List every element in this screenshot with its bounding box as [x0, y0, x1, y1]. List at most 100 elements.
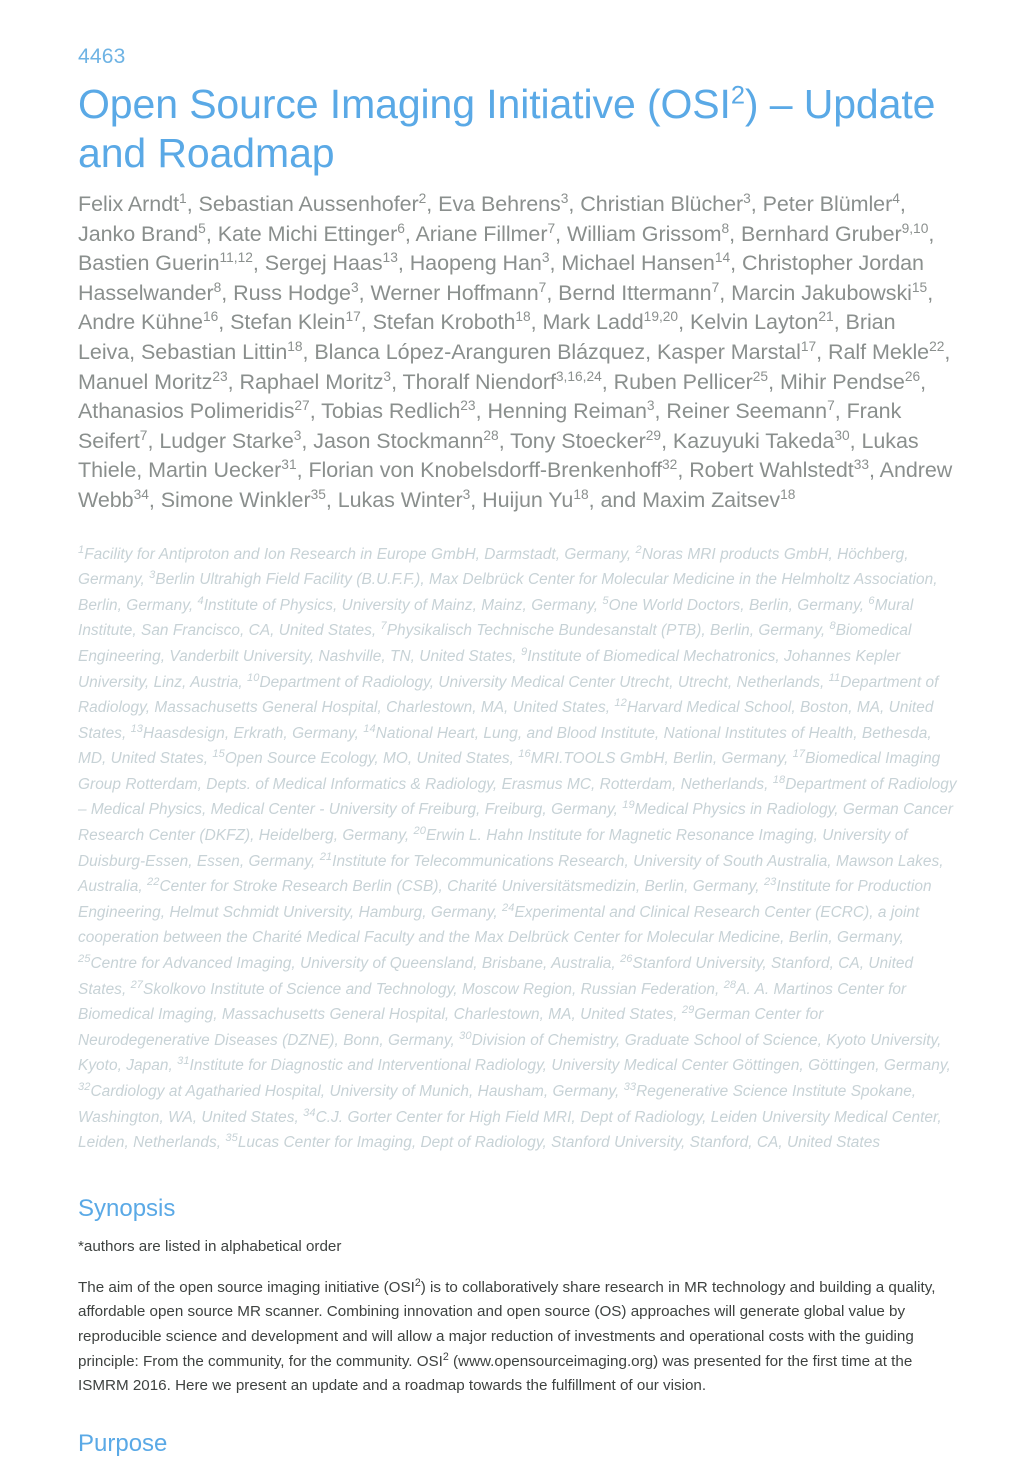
author-name: Florian von Knobelsdorff-Brenkenhoff — [308, 458, 663, 483]
affiliation-text: Centre for Advanced Imaging, University … — [90, 955, 612, 973]
affiliation-separator: , — [121, 980, 131, 998]
affiliation-marker: 19 — [622, 799, 635, 812]
author-name: Kasper Marstal — [656, 339, 801, 364]
author-name: Russ Hodge — [233, 280, 351, 305]
affiliation-text: Open Source Ecology, MO, United States — [224, 750, 510, 768]
affiliation-marker: 24 — [502, 901, 515, 914]
affiliation-separator: , — [354, 724, 364, 742]
affiliation-separator: , — [512, 647, 521, 665]
author-separator: , — [768, 369, 780, 394]
affiliation-separator: , — [715, 980, 724, 998]
author-affiliation-marker: 4 — [892, 190, 900, 206]
affiliation-marker: 23 — [763, 876, 777, 889]
author-name: Blanca López-Aranguren Blázquez — [314, 339, 646, 364]
author-name: Bernd Ittermann — [558, 280, 712, 305]
author-affiliation-marker: 27 — [294, 398, 310, 413]
author-name: Ruben Pellicer — [613, 369, 753, 394]
author-name: Robert Wahlstedt — [689, 458, 854, 483]
author-separator: , — [475, 399, 488, 424]
affiliation-marker: 12 — [614, 696, 627, 709]
author-list: Felix Arndt1, Sebastian Aussenhofer2, Ev… — [78, 190, 958, 516]
affiliation-text: Department of Radiology, University Medi… — [259, 673, 821, 691]
author-affiliation-marker: 23 — [212, 368, 228, 384]
author-separator: , — [678, 310, 690, 335]
author-affiliation-marker: 3,16,24 — [555, 368, 602, 384]
author-separator: , — [869, 458, 880, 483]
affiliation-marker: 27 — [130, 978, 144, 991]
affiliation-separator: , — [783, 750, 793, 768]
author-separator: , — [920, 369, 927, 394]
author-name: Maxim Zaitsev — [642, 487, 781, 512]
affiliation-separator: , — [764, 775, 773, 793]
author-name: Werner Hoffmann — [370, 280, 539, 305]
author-affiliation-marker: 31 — [281, 457, 297, 473]
author-name: Peter Blümler — [762, 192, 893, 216]
affiliation-separator: , — [626, 545, 636, 563]
author-name: Haopeng Han — [409, 251, 542, 276]
author-name: Eva Behrens — [438, 192, 561, 216]
author-name: Reiner Seemann — [666, 399, 828, 424]
author-affiliation-marker: 22 — [929, 338, 945, 354]
affiliation-separator: , — [820, 673, 829, 691]
authors-order-note: *authors are listed in alphabetical orde… — [78, 1237, 342, 1255]
affiliation-marker: 15 — [212, 748, 225, 761]
affiliation-text: Institute for Diagnostic and Interventio… — [189, 1057, 947, 1075]
affiliation-marker: 20 — [413, 824, 426, 837]
author-separator: , — [645, 339, 657, 364]
affiliation-separator: , — [294, 1108, 304, 1126]
author-affiliation-marker: 9,10 — [901, 220, 929, 236]
author-affiliation-marker: 1 — [179, 190, 187, 206]
synopsis-text-part1: The aim of the open source imaging initi… — [78, 1278, 415, 1296]
author-affiliation-marker: 18 — [515, 309, 531, 325]
title-superscript: 2 — [730, 81, 745, 110]
affiliation-separator: , — [611, 955, 621, 973]
author-name: William Grissom — [566, 221, 722, 246]
affiliation-separator: , — [121, 724, 131, 742]
author-affiliation-marker: 3 — [646, 398, 655, 413]
author-name: Michael Hansen — [561, 251, 715, 276]
author-separator: , — [129, 339, 142, 364]
author-name: Kate Michi Ettinger — [217, 221, 398, 246]
author-separator: , — [470, 487, 483, 512]
author-name: Andre Kühne — [78, 310, 203, 335]
author-name: Raphael Moritz — [239, 369, 384, 394]
author-separator: , — [601, 369, 614, 394]
author-separator: , — [530, 310, 543, 335]
author-separator: , — [205, 221, 218, 246]
author-name: Huijun Yu — [482, 487, 574, 512]
affiliation-separator: , — [613, 801, 623, 819]
page-title: Open Source Imaging Initiative (OSI2) – … — [78, 80, 958, 178]
author-name: Henning Reiman — [487, 399, 647, 424]
author-separator: , — [325, 487, 338, 512]
synopsis-paragraph: The aim of the open source imaging initi… — [78, 1276, 956, 1399]
affiliation-separator: , — [820, 622, 830, 640]
author-separator: , — [719, 280, 732, 305]
affiliation-marker: 14 — [363, 722, 376, 735]
affiliation-separator: , — [946, 1057, 951, 1075]
affiliation-text: One World Doctors, Berlin, Germany — [608, 596, 860, 614]
affiliation-text: Skolkovo Institute of Science and Techno… — [143, 980, 716, 998]
affiliation-separator: , — [899, 929, 904, 947]
affiliation-separator: , — [450, 1031, 460, 1049]
author-separator: , — [426, 192, 439, 216]
author-affiliation-marker: 17 — [345, 309, 361, 325]
author-name: Tony Stoecker — [510, 428, 646, 453]
author-name: Kelvin Layton — [689, 310, 819, 335]
author-name: Bernhard Gruber — [741, 221, 902, 246]
affiliation-marker: 18 — [772, 773, 786, 786]
author-name: Stefan Kroboth — [372, 310, 516, 335]
author-separator: , — [750, 192, 763, 216]
author-name: Simone Winkler — [160, 487, 311, 512]
affiliation-text: Institute of Physics, University of Main… — [203, 596, 594, 614]
affiliation-marker: 26 — [620, 952, 633, 965]
author-separator: , — [360, 310, 373, 335]
affiliation-separator: , — [755, 878, 764, 896]
affiliation-marker: 28 — [723, 978, 737, 991]
author-separator: , — [899, 192, 906, 216]
author-affiliation-marker: 21 — [818, 309, 834, 325]
author-separator: , — [677, 458, 690, 483]
author-separator: , — [252, 251, 265, 276]
author-separator: , — [549, 251, 562, 276]
affiliation-marker: 34 — [303, 1106, 316, 1119]
affiliation-separator: , — [238, 673, 247, 691]
